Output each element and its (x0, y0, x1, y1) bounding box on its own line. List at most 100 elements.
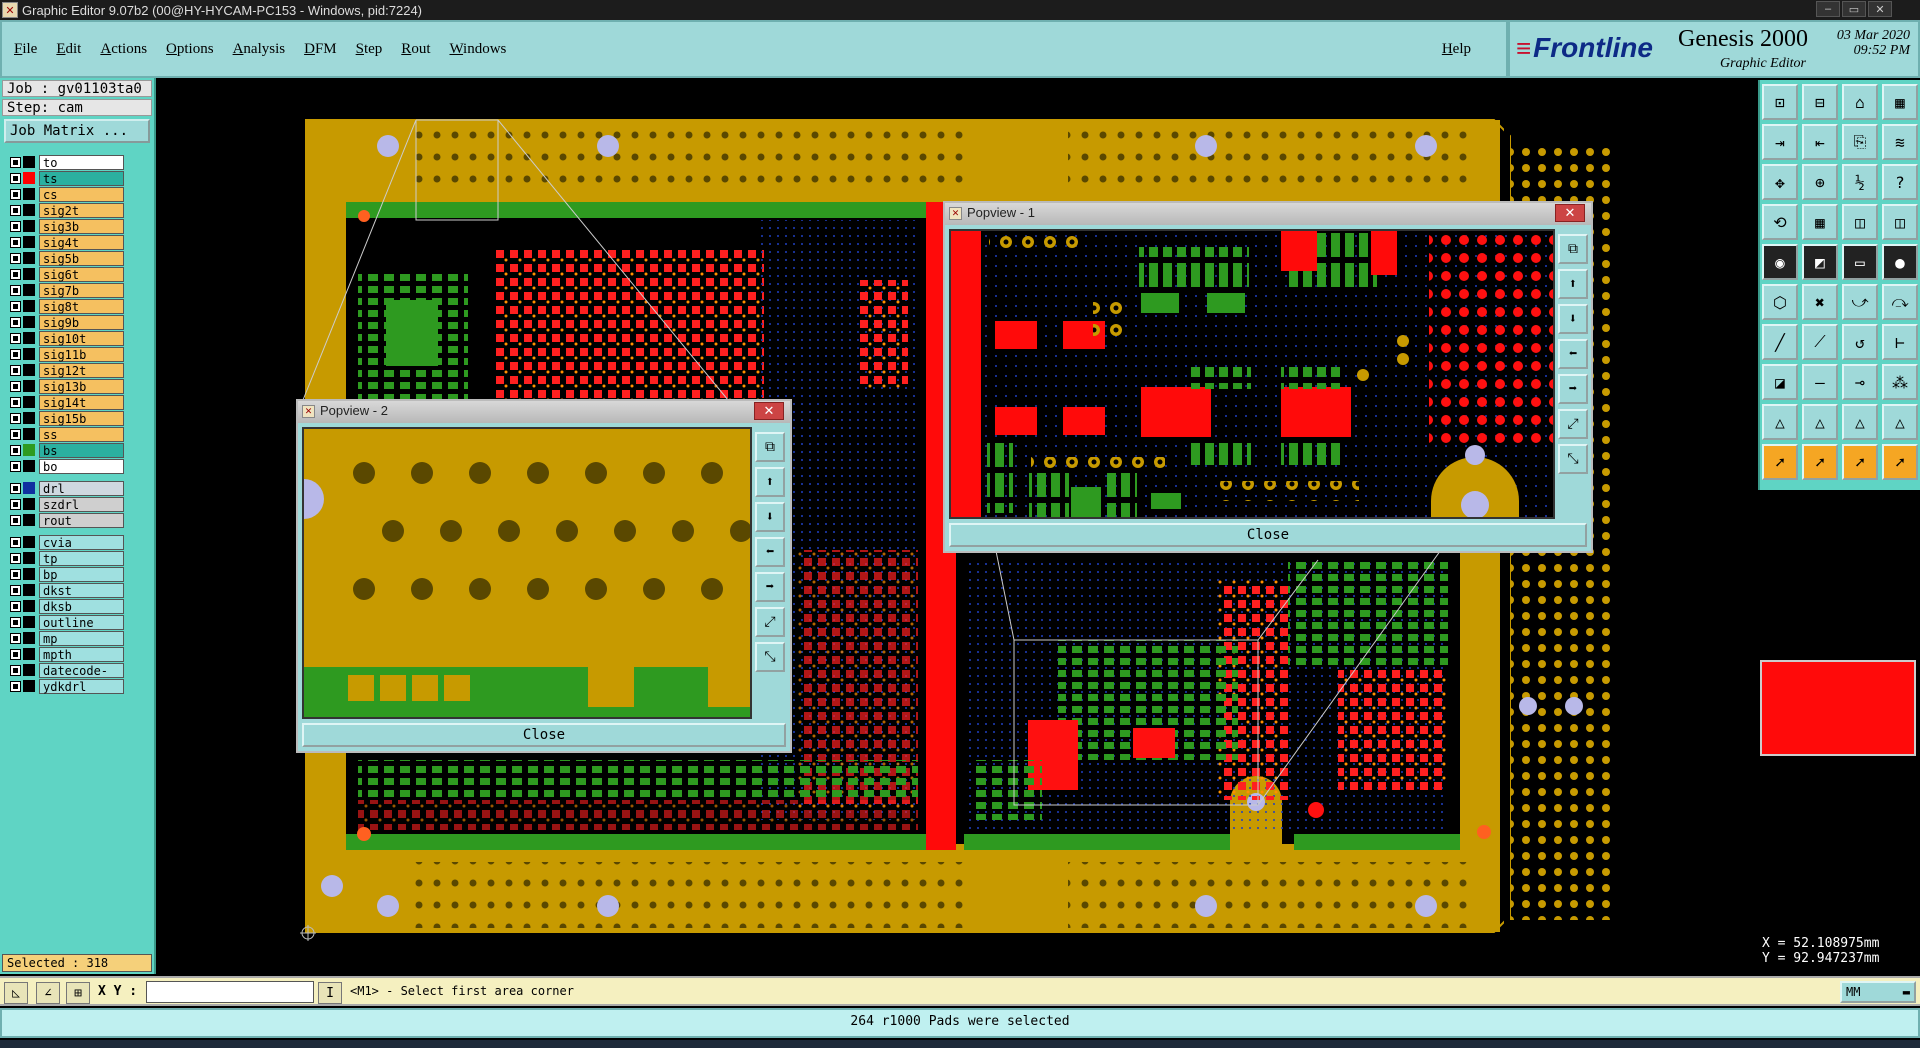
home-icon[interactable]: ⌂ (1842, 84, 1878, 120)
layer-color-swatch[interactable] (23, 156, 35, 168)
layer-checkbox[interactable] (10, 680, 21, 692)
layer-color-swatch[interactable] (23, 284, 35, 296)
camera-icon[interactable]: ◉ (1762, 244, 1798, 280)
layer-color-swatch[interactable] (23, 332, 35, 344)
layer-color-swatch[interactable] (23, 380, 35, 392)
layer-color-swatch[interactable] (23, 664, 35, 676)
layer-name[interactable]: bo (39, 458, 124, 474)
zoom-in-icon[interactable]: ⤢ (755, 607, 785, 637)
layer-row[interactable]: mp (4, 630, 124, 646)
pan-down-icon[interactable]: ⬇ (755, 502, 785, 532)
layer-checkbox[interactable] (10, 396, 21, 408)
link-icon[interactable]: ⤻ (1842, 284, 1878, 320)
layer-row[interactable]: sig2t (4, 202, 124, 218)
layer-row[interactable]: bs (4, 442, 124, 458)
layer-name[interactable]: sig14t (39, 394, 124, 410)
layer-row[interactable]: rout (4, 512, 124, 528)
zoom-fit-icon[interactable]: ⧉ (755, 432, 785, 462)
pointer-select-icon[interactable]: ➚ (1802, 444, 1838, 480)
route-icon[interactable]: ≋ (1882, 124, 1918, 160)
layer-name[interactable]: sig7b (39, 282, 124, 298)
layer-color-swatch[interactable] (23, 252, 35, 264)
layer-name[interactable]: sig3b (39, 218, 124, 234)
layer-color-swatch[interactable] (23, 460, 35, 472)
layer-name[interactable]: outline (39, 614, 124, 630)
layer-checkbox[interactable] (10, 428, 21, 440)
menu-rout[interactable]: Rout (401, 41, 430, 58)
layer-color-swatch[interactable] (23, 444, 35, 456)
save-icon[interactable]: ⊟ (1802, 84, 1838, 120)
layer-row[interactable]: to (4, 154, 124, 170)
layer-name[interactable]: mp (39, 630, 124, 646)
layer-name[interactable]: cvia (39, 534, 124, 550)
layer-name[interactable]: sig2t (39, 202, 124, 218)
popview-1-close-icon[interactable]: ✕ (1555, 204, 1585, 222)
layer-color-swatch[interactable] (23, 268, 35, 280)
layer-checkbox[interactable] (10, 252, 21, 264)
layer-checkbox[interactable] (10, 552, 21, 564)
layers-red2-icon[interactable]: ◫ (1882, 204, 1918, 240)
layer-name[interactable]: tp (39, 550, 124, 566)
layer-color-swatch[interactable] (23, 482, 35, 494)
zoom-in-icon[interactable]: ⤢ (1558, 409, 1588, 439)
layer-row[interactable]: bp (4, 566, 124, 582)
popview-1-view[interactable] (949, 229, 1555, 519)
layer-color-swatch[interactable] (23, 316, 35, 328)
triangle4-icon[interactable]: △ (1882, 404, 1918, 440)
menu-file[interactable]: File (14, 41, 37, 58)
layer-row[interactable]: sig4t (4, 234, 124, 250)
connect-icon[interactable]: ⤼ (1882, 284, 1918, 320)
select-area-icon[interactable]: ◩ (1802, 244, 1838, 280)
layer-row[interactable]: cs (4, 186, 124, 202)
layer-row[interactable]: ydkdrl (4, 678, 124, 694)
grid-icon[interactable]: ⊞ (66, 982, 90, 1004)
overview-panel[interactable] (1758, 490, 1920, 930)
layer-name[interactable]: ss (39, 426, 124, 442)
layer-checkbox[interactable] (10, 568, 21, 580)
grid-toggle-icon[interactable]: ▦ (1802, 204, 1838, 240)
layer-checkbox[interactable] (10, 664, 21, 676)
pan-right-icon[interactable]: ➡ (755, 572, 785, 602)
layer-row[interactable]: sig13b (4, 378, 124, 394)
layer-name[interactable]: rout (39, 512, 124, 528)
layer-color-swatch[interactable] (23, 396, 35, 408)
popview-2-view[interactable] (302, 427, 752, 719)
measure-icon[interactable]: ∠ (36, 982, 60, 1004)
zoom-out-icon[interactable]: ⤡ (755, 642, 785, 672)
pointer-route-icon[interactable]: ➚ (1882, 444, 1918, 480)
pan-down-icon[interactable]: ⬇ (1558, 304, 1588, 334)
pan-up-icon[interactable]: ⬆ (1558, 269, 1588, 299)
layer-name[interactable]: drl (39, 480, 124, 496)
popview-1-close-button[interactable]: Close (949, 523, 1587, 547)
layer-checkbox[interactable] (10, 444, 21, 456)
popview-2-window[interactable]: ✕ Popview - 2 ✕ ⧉ ⬆ ⬇ ⬅ ➡ ⤢ ⤡ Close (296, 399, 792, 753)
layer-name[interactable]: sig13b (39, 378, 124, 394)
xy-input[interactable] (146, 981, 314, 1003)
layer-name[interactable]: datecode-pbe (39, 662, 124, 692)
layer-row[interactable]: sig7b (4, 282, 124, 298)
layer-name[interactable]: dkst (39, 582, 124, 598)
layer-row[interactable]: sig11b (4, 346, 124, 362)
layer-row[interactable]: dksb (4, 598, 124, 614)
layer-color-swatch[interactable] (23, 236, 35, 248)
layer-row[interactable]: tp (4, 550, 124, 566)
triangle3-icon[interactable]: △ (1842, 404, 1878, 440)
popview-1-window[interactable]: ✕ Popview - 1 ✕ ⧉ ⬆ ⬇ ⬅ ➡ ⤢ ⤡ Close (943, 201, 1593, 553)
layer-name[interactable]: sig8t (39, 298, 124, 314)
layer-row[interactable]: sig10t (4, 330, 124, 346)
layer-row[interactable]: szdrl (4, 496, 124, 512)
layer-row[interactable]: sig6t (4, 266, 124, 282)
minimize-button[interactable]: – (1816, 1, 1840, 17)
layer-checkbox[interactable] (10, 364, 21, 376)
layer-checkbox[interactable] (10, 316, 21, 328)
layer-color-swatch[interactable] (23, 648, 35, 660)
layer-name[interactable]: sig10t (39, 330, 124, 346)
shape-icon[interactable]: ◪ (1762, 364, 1798, 400)
layer-color-swatch[interactable] (23, 300, 35, 312)
layer-checkbox[interactable] (10, 220, 21, 232)
layer-color-swatch[interactable] (23, 220, 35, 232)
pan-up-icon[interactable]: ⬆ (755, 467, 785, 497)
minus-icon[interactable]: — (1802, 364, 1838, 400)
scale-icon[interactable]: ▭ (1842, 244, 1878, 280)
layer-checkbox[interactable] (10, 536, 21, 548)
